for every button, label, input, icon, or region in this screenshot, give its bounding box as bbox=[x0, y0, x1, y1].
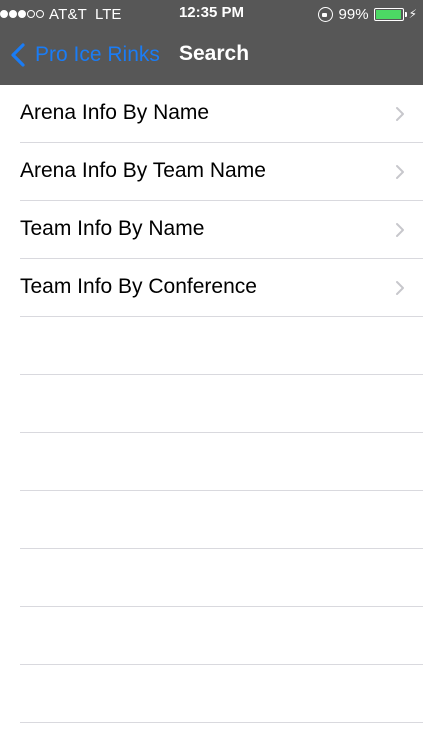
status-right: 99% ⚡ bbox=[317, 4, 417, 24]
chevron-left-icon bbox=[11, 43, 25, 67]
list-item-label: Team Info By Name bbox=[20, 217, 205, 240]
empty-row bbox=[20, 375, 423, 433]
header: AT&T LTE 12:35 PM 99% ⚡ Pro Ice Rinks Se… bbox=[0, 0, 423, 85]
list-item-label: Arena Info By Team Name bbox=[20, 159, 266, 182]
list-item-team-by-conference[interactable]: Team Info By Conference bbox=[20, 259, 423, 317]
list-item-label: Team Info By Conference bbox=[20, 275, 257, 298]
chevron-right-icon bbox=[396, 165, 404, 179]
navigation-bar: Pro Ice Rinks Search bbox=[0, 28, 423, 85]
back-button[interactable]: Pro Ice Rinks bbox=[9, 40, 160, 70]
rotation-lock-icon bbox=[317, 6, 333, 22]
chevron-right-icon bbox=[396, 281, 404, 295]
battery-icon bbox=[373, 7, 407, 21]
back-button-label: Pro Ice Rinks bbox=[35, 43, 160, 66]
empty-row bbox=[20, 607, 423, 665]
battery-percent: 99% bbox=[338, 5, 369, 23]
list-item-arena-by-team-name[interactable]: Arena Info By Team Name bbox=[20, 143, 423, 201]
chevron-right-icon bbox=[396, 107, 404, 121]
empty-row bbox=[20, 317, 423, 375]
empty-row bbox=[20, 549, 423, 607]
battery-fill bbox=[375, 9, 402, 19]
status-bar: AT&T LTE 12:35 PM 99% ⚡ bbox=[0, 0, 423, 28]
search-options-list: Arena Info By Name Arena Info By Team Na… bbox=[0, 85, 423, 723]
empty-row bbox=[20, 433, 423, 491]
list-item-team-by-name[interactable]: Team Info By Name bbox=[20, 201, 423, 259]
list-item-arena-by-name[interactable]: Arena Info By Name bbox=[20, 85, 423, 143]
page-title: Search bbox=[179, 42, 250, 65]
empty-row bbox=[20, 665, 423, 723]
charging-bolt-icon: ⚡ bbox=[408, 7, 417, 21]
list-item-label: Arena Info By Name bbox=[20, 101, 210, 124]
chevron-right-icon bbox=[396, 223, 404, 237]
empty-row bbox=[20, 491, 423, 549]
